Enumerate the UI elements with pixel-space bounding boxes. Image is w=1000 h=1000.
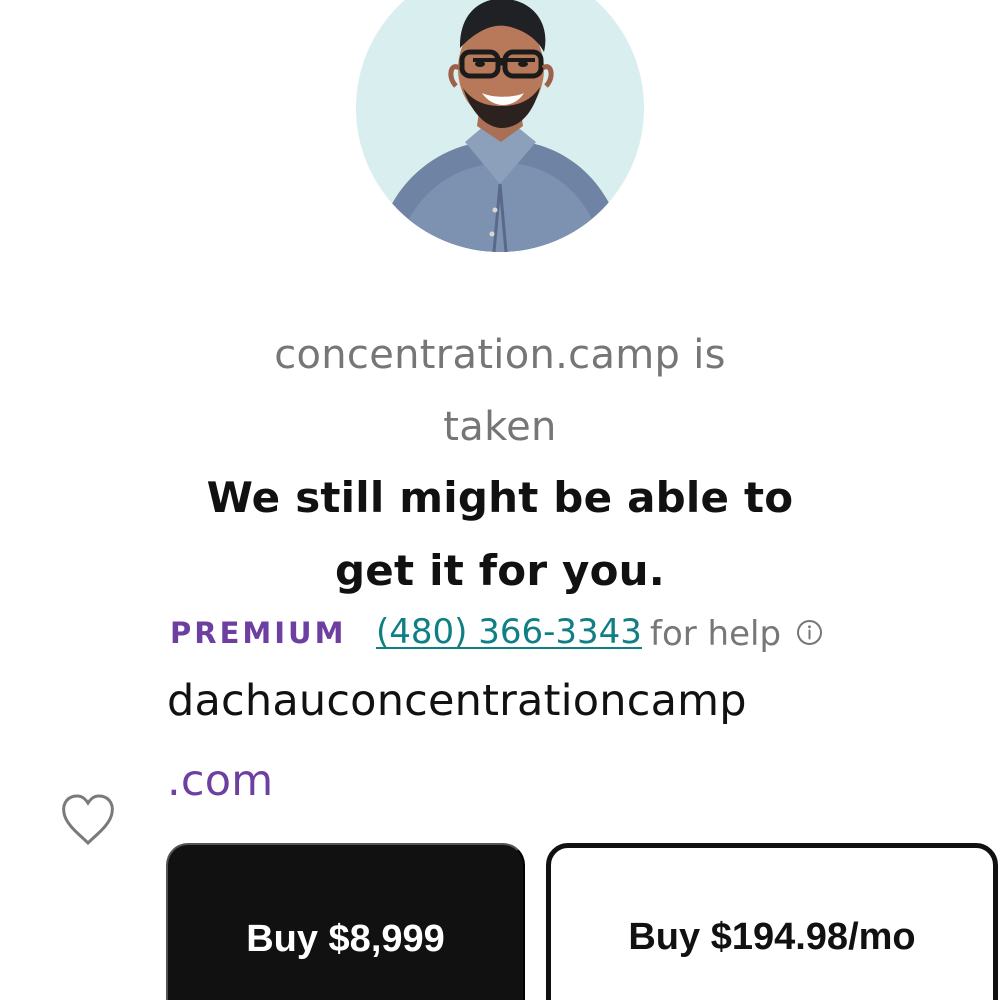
- domain-search-result-page: concentration.camp is taken We still mig…: [0, 0, 1000, 1000]
- premium-domain-extension: .com: [167, 756, 274, 806]
- support-phone-link[interactable]: (480) 366-3343: [376, 612, 642, 652]
- buy-monthly-label: Buy $194.98/mo: [628, 916, 916, 958]
- premium-badge: PREMIUM: [170, 616, 347, 650]
- buy-once-label: Buy $8,999: [246, 918, 445, 960]
- help-text: for help: [650, 614, 782, 654]
- support-agent-avatar: [356, 0, 644, 252]
- premium-domain-name: dachauconcentrationcamp: [167, 676, 747, 726]
- heart-icon[interactable]: [58, 790, 118, 850]
- domain-taken-message-line-2: taken: [443, 404, 557, 450]
- domain-taken-message-line-1: concentration.camp is: [274, 332, 726, 378]
- info-icon[interactable]: [796, 619, 823, 646]
- support-agent-avatar-illustration: [356, 0, 644, 252]
- acquisition-headline-line-2: get it for you.: [335, 546, 665, 595]
- buy-monthly-button[interactable]: Buy $194.98/mo: [546, 843, 998, 1000]
- buy-once-button[interactable]: Buy $8,999: [166, 843, 525, 1000]
- acquisition-headline-line-1: We still might be able to: [206, 473, 794, 522]
- premium-help-row: PREMIUM (480) 366-3343 for help: [170, 610, 870, 658]
